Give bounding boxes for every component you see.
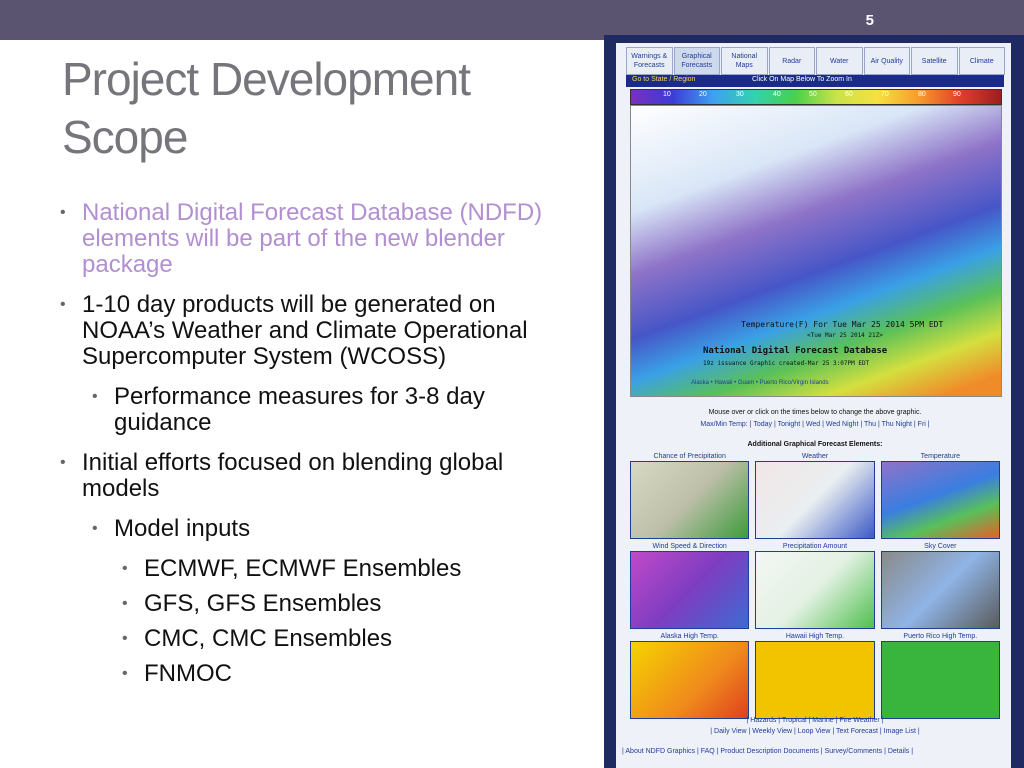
element-label: Temperature	[920, 453, 960, 460]
map-database: National Digital Forecast Database	[703, 346, 888, 356]
tab-air-quality[interactable]: Air Quality	[863, 47, 910, 75]
scale-tick: 20	[699, 91, 707, 98]
element-thumbnail[interactable]	[630, 551, 750, 629]
additional-heading: Additional Graphical Forecast Elements:	[747, 441, 883, 448]
scale-tick: 80	[918, 91, 926, 98]
footer-links-line-2[interactable]: | Daily View | Weekly View | Loop View |…	[630, 726, 1000, 737]
bullet-item: FNMOC	[122, 661, 580, 688]
bullet-item: ECMWF, ECMWF Ensembles	[122, 556, 580, 583]
nav-bar: Go to State / Region Click On Map Below …	[626, 75, 1004, 87]
footer-links: | Hazards | Tropical | Marine | Fire Wea…	[630, 715, 1000, 737]
top-bar: 5	[0, 0, 1024, 40]
slide-number: 5	[865, 12, 874, 29]
element-label: Alaska High Temp.	[660, 633, 719, 640]
element-cell[interactable]: Wind Speed & Direction	[630, 543, 750, 629]
element-cell[interactable]: Puerto Rico High Temp.	[880, 633, 1000, 719]
tab-bar: Warnings & Forecasts Graphical Forecasts…	[626, 47, 1006, 75]
time-links[interactable]: Max/Min Temp: | Today | Tonight | Wed | …	[630, 421, 1000, 428]
footer-links-line-1[interactable]: | Hazards | Tropical | Marine | Fire Wea…	[630, 715, 1000, 726]
element-cell[interactable]: Hawaii High Temp.	[755, 633, 875, 719]
element-thumbnail[interactable]	[630, 641, 750, 719]
bullet-item: CMC, CMC Ensembles	[122, 626, 580, 653]
scale-tick: 60	[845, 91, 853, 98]
bullet-item: Initial efforts focused on blending glob…	[60, 450, 580, 502]
title-line-2: Scope	[62, 111, 188, 163]
mouse-note: Mouse over or click on the times below t…	[708, 409, 922, 416]
tab-satellite[interactable]: Satellite	[911, 47, 958, 75]
element-thumbnail[interactable]	[880, 551, 1000, 629]
element-label: Puerto Rico High Temp.	[903, 633, 978, 640]
tab-water[interactable]: Water	[816, 47, 863, 75]
element-cell[interactable]: Chance of Precipitation	[630, 453, 750, 539]
scale-tick: 30	[736, 91, 744, 98]
ndfd-page: Warnings & Forecasts Graphical Forecasts…	[616, 43, 1011, 768]
go-to-state-link[interactable]: Go to State / Region	[632, 76, 695, 83]
map-title: Temperature(F) For Tue Mar 25 2014 5PM E…	[741, 320, 944, 329]
tab-radar[interactable]: Radar	[768, 47, 815, 75]
zoom-hint: Click On Map Below To Zoom In	[752, 76, 852, 83]
element-label: Sky Cover	[924, 543, 957, 550]
element-label: Wind Speed & Direction	[652, 543, 727, 550]
title-line-1: Project Development	[62, 53, 471, 105]
bullet-item: Performance measures for 3-8 day guidanc…	[92, 384, 580, 436]
map-issuance: 19z issuance Graphic created-Mar 25 3:07…	[703, 360, 870, 367]
scale-tick: 50	[809, 91, 817, 98]
bottom-links[interactable]: | About NDFD Graphics | FAQ | Product De…	[622, 748, 1012, 755]
ndfd-screenshot: Warnings & Forecasts Graphical Forecasts…	[604, 35, 1024, 768]
scale-tick: 90	[953, 91, 961, 98]
tab-climate[interactable]: Climate	[958, 47, 1005, 75]
bullet-item: GFS, GFS Ensembles	[122, 591, 580, 618]
scale-tick: 40	[773, 91, 781, 98]
element-thumbnail[interactable]	[630, 461, 750, 539]
element-cell[interactable]: Sky Cover	[880, 543, 1000, 629]
scale-tick: 70	[881, 91, 889, 98]
tab-graphical[interactable]: Graphical Forecasts	[673, 47, 720, 75]
element-thumbnail[interactable]	[880, 461, 1000, 539]
element-thumbnail[interactable]	[755, 551, 875, 629]
bullet-item: Model inputs	[92, 516, 580, 543]
us-temperature-map[interactable]: Temperature(F) For Tue Mar 25 2014 5PM E…	[630, 105, 1002, 397]
region-links[interactable]: Alaska • Hawaii • Guam • Puerto Rico/Vir…	[691, 380, 829, 386]
element-cell[interactable]: Weather	[755, 453, 875, 539]
element-label: Precipitation Amount	[782, 543, 848, 550]
element-label: Hawaii High Temp.	[785, 633, 845, 640]
slide-title: Project Development Scope	[62, 50, 582, 166]
element-thumbnail[interactable]	[755, 641, 875, 719]
element-thumbnail[interactable]	[755, 461, 875, 539]
map-subtitle: <Tue Mar 25 2014 21Z>	[807, 332, 883, 339]
element-cell[interactable]: Alaska High Temp.	[630, 633, 750, 719]
element-cell[interactable]: Precipitation Amount	[755, 543, 875, 629]
element-label: Chance of Precipitation	[653, 453, 726, 460]
scale-tick: 10	[663, 91, 671, 98]
temperature-scale: 10 20 30 40 50 60 70 80 90	[630, 89, 1002, 105]
tab-national-maps[interactable]: National Maps	[721, 47, 768, 75]
element-thumbnail[interactable]	[880, 641, 1000, 719]
bullet-item: National Digital Forecast Database (NDFD…	[60, 200, 580, 278]
bullet-list: National Digital Forecast Database (NDFD…	[60, 200, 580, 696]
bullet-item: 1-10 day products will be generated on N…	[60, 292, 580, 370]
forecast-elements-grid: Chance of Precipitation Weather Temperat…	[630, 453, 1000, 719]
element-label: Weather	[801, 453, 829, 460]
tab-warnings[interactable]: Warnings & Forecasts	[626, 47, 673, 75]
element-cell[interactable]: Temperature	[880, 453, 1000, 539]
